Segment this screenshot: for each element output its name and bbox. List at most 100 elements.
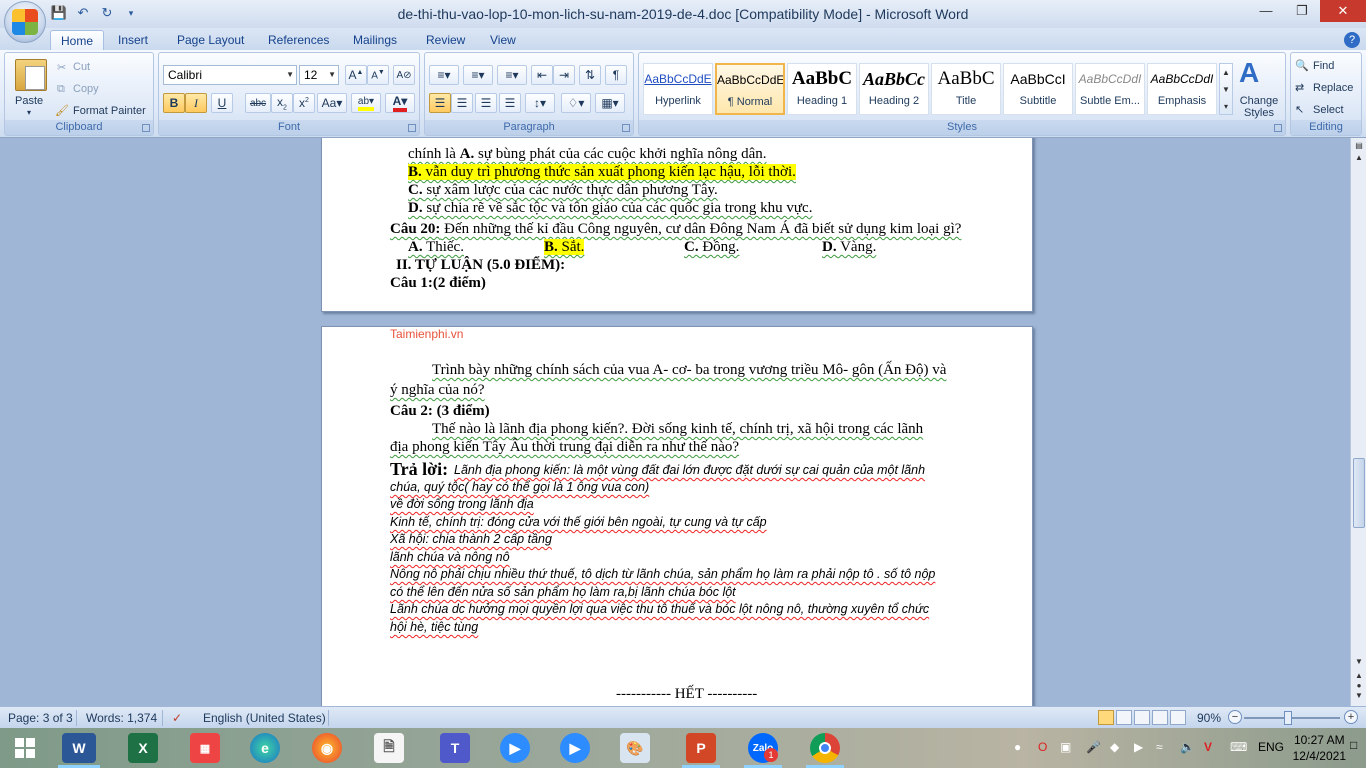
outline-view-button[interactable] [1152, 710, 1168, 725]
tab-page-layout[interactable]: Page Layout [167, 30, 254, 50]
italic-button[interactable]: I [185, 93, 207, 113]
zoom-slider[interactable] [1244, 717, 1340, 719]
wifi-icon[interactable]: ≈ [1156, 740, 1163, 754]
volume-icon[interactable]: 🔈 [1180, 740, 1195, 754]
zoom-meetings-icon[interactable]: ▶ [560, 733, 590, 763]
style-subtle-emphasis[interactable]: AaBbCcDdI Subtle Em... [1075, 63, 1145, 115]
paste-icon[interactable] [15, 59, 47, 91]
next-page-icon[interactable]: ▼ [1353, 690, 1365, 702]
font-color-button[interactable]: A▾ [385, 93, 415, 113]
font-family-combo[interactable]: Calibri ▼ [163, 65, 297, 85]
subscript-button[interactable]: x2 [271, 93, 293, 113]
draft-view-button[interactable] [1170, 710, 1186, 725]
format-painter-button[interactable]: Format Painter [73, 105, 146, 117]
word-count[interactable]: Words: 1,374 [86, 711, 157, 725]
paste-dropdown-icon[interactable]: ▾ [27, 108, 31, 117]
help-icon[interactable]: ? [1344, 32, 1360, 48]
zoom-tray-icon[interactable]: ▶ [1134, 740, 1143, 754]
tab-review[interactable]: Review [416, 30, 475, 50]
justify-button[interactable]: ☰ [499, 93, 521, 113]
shrink-font-button[interactable]: A▼ [367, 65, 389, 85]
edge-icon[interactable]: e [250, 733, 280, 763]
document-area[interactable]: chính là A. sự bùng phát của các cuộc kh… [0, 138, 1350, 706]
borders-button[interactable]: ▦▾ [595, 93, 625, 113]
bold-button[interactable]: B [163, 93, 185, 113]
bullets-button[interactable]: ≡▾ [429, 65, 459, 85]
vertical-scrollbar[interactable]: ▤ ▲ ▼ ▲ ● ▼ [1350, 138, 1366, 706]
zoom-app-icon[interactable]: ▶ [500, 733, 530, 763]
chrome-icon[interactable] [810, 733, 840, 763]
align-left-button[interactable]: ☰ [429, 93, 451, 113]
zoom-level[interactable]: 90% [1197, 711, 1221, 725]
align-center-button[interactable]: ☰ [451, 93, 473, 113]
style-title[interactable]: AaBbC Title [931, 63, 1001, 115]
teams-icon[interactable]: T [440, 733, 470, 763]
numbering-button[interactable]: ≡▾ [463, 65, 493, 85]
language[interactable]: English (United States) [203, 711, 326, 725]
powerpoint-icon[interactable]: P [686, 733, 716, 763]
show-formatting-button[interactable]: ¶ [605, 65, 627, 85]
restore-button[interactable]: ❐ [1284, 0, 1320, 22]
file-icon[interactable]: 🗎 [374, 733, 404, 763]
clipboard-launcher-icon[interactable] [142, 124, 150, 132]
paragraph-launcher-icon[interactable] [622, 124, 630, 132]
style-heading-1[interactable]: AaBbC Heading 1 [787, 63, 857, 115]
grow-font-button[interactable]: A▲ [345, 65, 367, 85]
style-subtitle[interactable]: AaBbCcI Subtitle [1003, 63, 1073, 115]
windows-start-icon[interactable] [10, 733, 40, 763]
camera-icon[interactable]: ◆ [1110, 740, 1119, 754]
input-language[interactable]: ENG [1258, 740, 1284, 754]
minimize-button[interactable]: — [1248, 0, 1284, 22]
office-button[interactable] [4, 1, 46, 43]
tab-references[interactable]: References [258, 30, 339, 50]
increase-indent-button[interactable]: ⇥ [553, 65, 575, 85]
opera-tray-icon[interactable]: O [1038, 740, 1047, 754]
tab-mailings[interactable]: Mailings [343, 30, 407, 50]
paste-button[interactable]: Paste [15, 95, 43, 107]
microphone-icon[interactable]: 🎤 [1086, 740, 1101, 754]
web-layout-view-button[interactable] [1134, 710, 1150, 725]
document-page[interactable]: chính là A. sự bùng phát của các cuộc kh… [321, 138, 1033, 312]
zoom-slider-handle[interactable] [1284, 711, 1292, 725]
firefox-icon[interactable]: ◉ [312, 733, 342, 763]
tab-home[interactable]: Home [50, 30, 105, 50]
change-styles-icon[interactable]: A [1239, 57, 1259, 89]
paint-icon[interactable]: 🎨 [620, 733, 650, 763]
shading-button[interactable]: ♢▾ [561, 93, 591, 113]
font-launcher-icon[interactable] [408, 124, 416, 132]
tab-view[interactable]: View [480, 30, 526, 50]
scrollbar-thumb[interactable] [1353, 458, 1365, 528]
styles-scroll-button[interactable]: ▲ ▼ ▾ [1219, 63, 1233, 115]
highlight-button[interactable]: ab▾ [351, 93, 381, 113]
scroll-up-icon[interactable]: ▲ [1353, 152, 1365, 164]
strikethrough-button[interactable]: abc [245, 93, 271, 113]
style-normal[interactable]: AaBbCcDdE ¶ Normal [715, 63, 785, 115]
superscript-button[interactable]: x2 [293, 93, 315, 113]
multilevel-list-button[interactable]: ≡▾ [497, 65, 527, 85]
select-button[interactable]: Select [1313, 104, 1344, 116]
proofing-icon[interactable]: ✓ [172, 711, 182, 725]
close-button[interactable]: ✕ [1320, 0, 1366, 22]
copy-button[interactable]: Copy [73, 83, 99, 95]
clear-formatting-button[interactable]: A⊘ [393, 65, 415, 85]
styles-launcher-icon[interactable] [1274, 124, 1282, 132]
decrease-indent-button[interactable]: ⇤ [531, 65, 553, 85]
vietkey-icon[interactable]: V [1204, 740, 1212, 754]
app-icon[interactable]: ▦ [190, 733, 220, 763]
page-count[interactable]: Page: 3 of 3 [8, 711, 73, 725]
full-screen-reading-view-button[interactable] [1116, 710, 1132, 725]
tab-insert[interactable]: Insert [108, 30, 158, 50]
zoom-out-button[interactable]: − [1228, 710, 1242, 724]
cut-button[interactable]: Cut [73, 61, 90, 73]
font-size-combo[interactable]: 12 ▼ [299, 65, 339, 85]
find-button[interactable]: Find [1313, 60, 1334, 72]
change-styles-button[interactable]: Change Styles [1237, 95, 1281, 119]
change-case-button[interactable]: Aa▾ [317, 93, 347, 113]
scroll-down-icon[interactable]: ▼ [1353, 656, 1365, 668]
zalo-tray-icon[interactable]: ● [1014, 740, 1021, 754]
style-heading-2[interactable]: AaBbCc Heading 2 [859, 63, 929, 115]
excel-icon[interactable]: X [128, 733, 158, 763]
document-page[interactable]: Taimienphi.vn Trình bày những chính sách… [321, 326, 1033, 706]
notifications-icon[interactable]: □ [1350, 738, 1357, 752]
align-right-button[interactable]: ☰ [475, 93, 497, 113]
